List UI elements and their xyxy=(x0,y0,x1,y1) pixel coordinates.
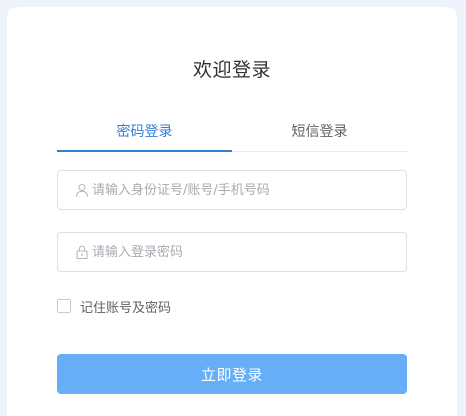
login-card: 欢迎登录 密码登录 短信登录 记住账号及密码 立即登录 xyxy=(7,7,457,416)
user-icon xyxy=(75,183,89,197)
remember-option[interactable]: 记住账号及密码 xyxy=(57,298,172,316)
remember-checkbox[interactable] xyxy=(57,299,71,313)
login-button[interactable]: 立即登录 xyxy=(57,354,407,394)
login-title: 欢迎登录 xyxy=(192,59,271,81)
account-input[interactable] xyxy=(92,171,392,209)
login-tabs: 密码登录 短信登录 xyxy=(57,113,407,152)
remember-label: 记住账号及密码 xyxy=(80,300,172,316)
account-field[interactable] xyxy=(57,170,407,210)
password-input[interactable] xyxy=(92,233,392,271)
login-page: 欢迎登录 密码登录 短信登录 记住账号及密码 立即登录 xyxy=(0,0,466,416)
tab-password-login[interactable]: 密码登录 xyxy=(57,113,232,151)
tab-sms-login[interactable]: 短信登录 xyxy=(232,113,407,151)
active-tab-indicator xyxy=(57,150,232,152)
lock-icon xyxy=(76,245,88,260)
password-field[interactable] xyxy=(57,232,407,272)
